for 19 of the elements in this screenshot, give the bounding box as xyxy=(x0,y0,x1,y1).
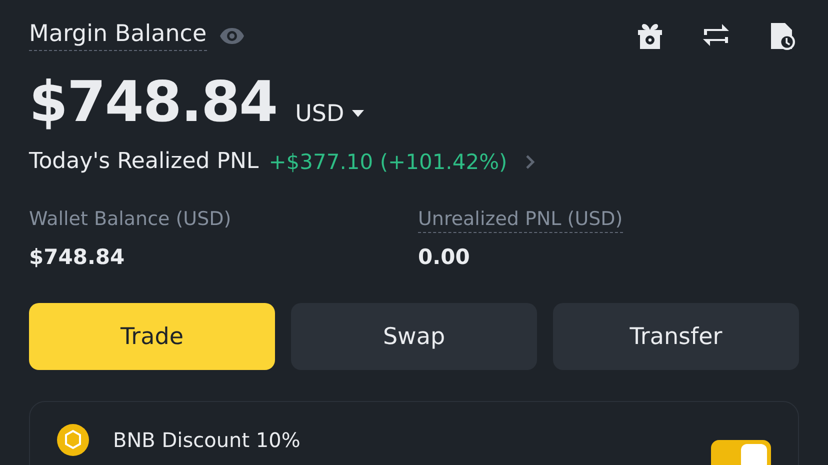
margin-balance-title: Margin Balance xyxy=(29,21,207,51)
pnl-value: +$377.10 (+101.42%) xyxy=(268,150,508,174)
currency-dropdown[interactable]: USD xyxy=(295,101,364,127)
gift-icon[interactable] xyxy=(635,21,665,51)
stat-value: $748.84 xyxy=(29,245,126,269)
chevron-right-icon[interactable] xyxy=(525,154,536,168)
stat-label: Unrealized PNL (USD) xyxy=(418,208,623,233)
pnl-label: Today's Realized PNL xyxy=(29,149,259,174)
action-button[interactable]: Swap xyxy=(291,303,537,370)
action-button[interactable]: Transfer xyxy=(553,303,799,370)
balance-amount: $748.84 xyxy=(29,70,278,135)
discount-label: BNB Discount 10% xyxy=(113,428,300,452)
stat-value: 0.00 xyxy=(418,245,471,269)
action-button[interactable]: Trade xyxy=(29,303,275,370)
caret-icon xyxy=(352,110,364,118)
coin-icon xyxy=(57,424,89,456)
stat-label: Wallet Balance (USD) xyxy=(29,208,232,232)
eye-icon[interactable] xyxy=(218,27,245,45)
discount-toggle[interactable] xyxy=(711,440,771,465)
